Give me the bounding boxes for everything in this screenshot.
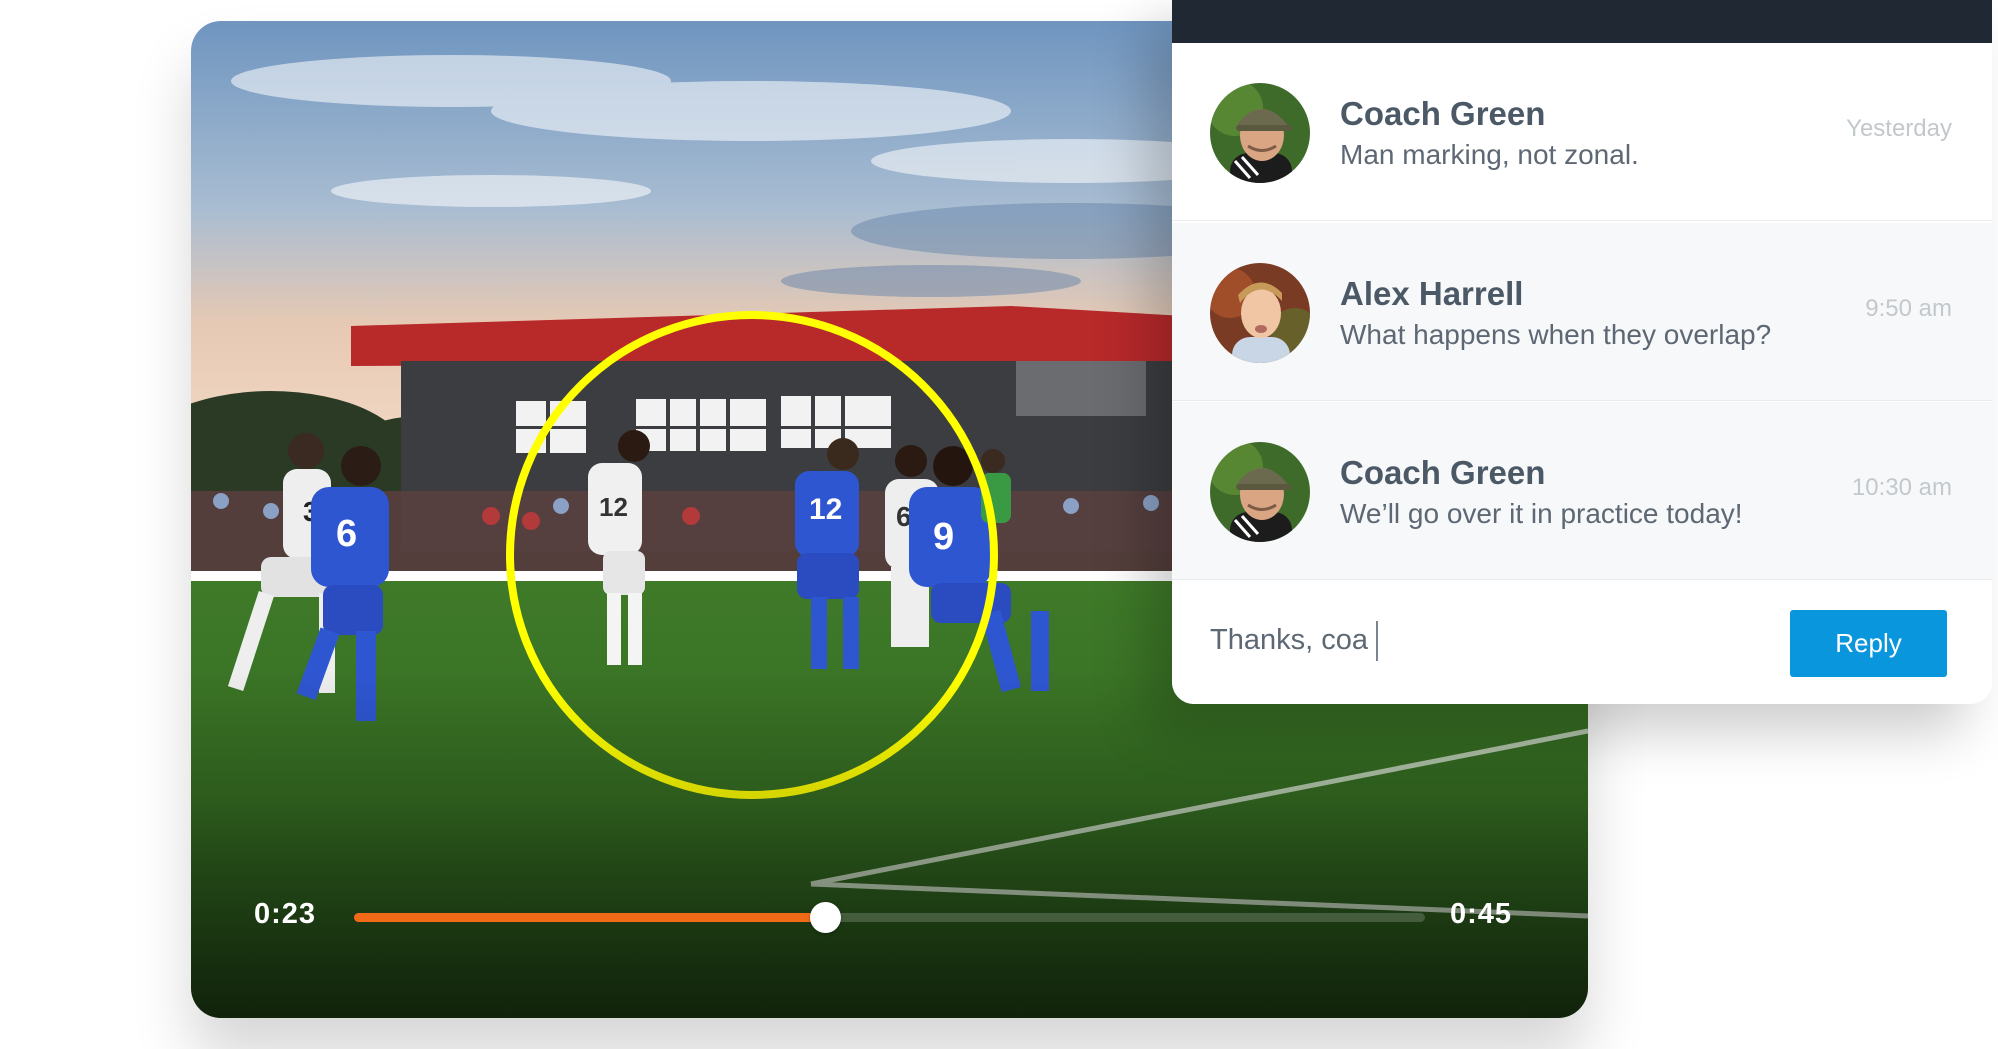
message-text: We’ll go over it in practice today!: [1340, 498, 1743, 529]
message-author: Coach Green: [1340, 95, 1546, 132]
svg-text:9: 9: [933, 516, 954, 558]
message-item[interactable]: Alex Harrell What happens when they over…: [1172, 223, 1992, 401]
message-time: 9:50 am: [1865, 295, 1952, 322]
current-time: 0:23: [254, 898, 317, 930]
comments-header: [1172, 0, 1992, 43]
reply-input[interactable]: [1210, 610, 1710, 670]
message-text: What happens when they overlap?: [1340, 319, 1772, 350]
comments-panel: Coach Green Man marking, not zonal. Yest…: [1172, 0, 1992, 704]
coach-green-avatar: [1210, 83, 1310, 183]
reply-composer: Reply: [1172, 582, 1992, 704]
progress-fill: [354, 913, 826, 922]
message-author: Alex Harrell: [1340, 275, 1524, 312]
svg-text:12: 12: [809, 493, 842, 526]
message-item[interactable]: Coach Green Man marking, not zonal. Yest…: [1172, 43, 1992, 221]
message-item[interactable]: Coach Green We’ll go over it in practice…: [1172, 402, 1992, 580]
coach-green-avatar: [1210, 442, 1310, 542]
message-text: Man marking, not zonal.: [1340, 139, 1639, 170]
alex-harrell-avatar: [1210, 263, 1310, 363]
message-author: Coach Green: [1340, 454, 1546, 491]
progress-bar[interactable]: [354, 902, 1425, 933]
text-caret: [1376, 621, 1378, 661]
svg-text:12: 12: [599, 492, 628, 522]
total-time: 0:45: [1450, 898, 1513, 930]
reply-button[interactable]: Reply: [1790, 610, 1947, 677]
message-time: 10:30 am: [1851, 474, 1952, 501]
svg-text:6: 6: [336, 513, 357, 555]
message-time: Yesterday: [1846, 115, 1952, 142]
